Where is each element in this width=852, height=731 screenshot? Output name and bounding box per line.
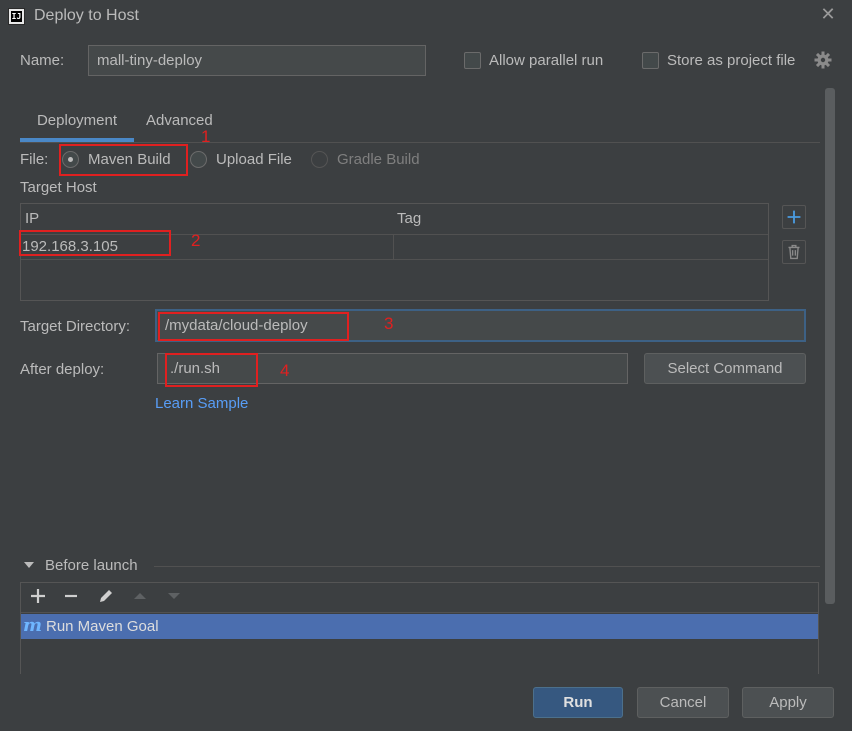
before-launch-label[interactable]: Before launch xyxy=(45,557,138,574)
target-directory-label: Target Directory: xyxy=(20,318,131,335)
gear-icon[interactable] xyxy=(814,51,832,69)
maven-icon: m xyxy=(23,615,43,636)
edit-pencil-icon[interactable] xyxy=(95,585,117,607)
annotation-number-3: 3 xyxy=(384,314,394,333)
store-as-project-file-checkbox[interactable] xyxy=(642,52,659,69)
list-item-label: Run Maven Goal xyxy=(46,618,159,635)
move-down-icon xyxy=(168,593,180,599)
allow-parallel-run-label[interactable]: Allow parallel run xyxy=(489,52,603,69)
select-command-button[interactable]: Select Command xyxy=(644,353,806,384)
annotation-number-1: 1 xyxy=(201,127,211,146)
list-item-run-maven-goal[interactable]: m Run Maven Goal xyxy=(21,614,818,639)
gradle-build-label: Gradle Build xyxy=(337,151,420,168)
vertical-scrollbar[interactable] xyxy=(825,88,835,604)
add-host-icon[interactable] xyxy=(782,205,806,229)
allow-parallel-run-checkbox[interactable] xyxy=(464,52,481,69)
column-divider xyxy=(393,234,394,259)
move-up-icon xyxy=(134,593,146,599)
annotation-number-4: 4 xyxy=(280,361,290,380)
annotation-box-2 xyxy=(19,230,171,256)
upload-file-label[interactable]: Upload File xyxy=(216,151,292,168)
annotation-box-3 xyxy=(158,312,349,341)
apply-button[interactable]: Apply xyxy=(742,687,834,718)
file-label: File: xyxy=(20,151,49,168)
collapse-arrow-icon[interactable] xyxy=(24,562,34,568)
name-input[interactable] xyxy=(88,45,426,76)
annotation-number-2: 2 xyxy=(191,231,201,250)
table-row-divider xyxy=(21,259,768,260)
remove-icon[interactable] xyxy=(60,585,82,607)
learn-sample-link[interactable]: Learn Sample xyxy=(155,395,248,412)
after-deploy-label: After deploy: xyxy=(20,361,105,378)
run-button[interactable]: Run xyxy=(533,687,623,718)
add-icon[interactable] xyxy=(27,585,49,607)
gradle-build-radio xyxy=(311,151,328,168)
dialog-title: Deploy to Host xyxy=(34,7,139,24)
delete-host-icon[interactable] xyxy=(782,240,806,264)
name-label: Name: xyxy=(20,52,65,69)
store-as-project-file-label[interactable]: Store as project file xyxy=(667,52,795,69)
close-icon[interactable]: ✕ xyxy=(818,4,838,24)
column-header-tag[interactable]: Tag xyxy=(397,210,421,227)
annotation-box-1 xyxy=(59,144,188,176)
deploy-dialog: IJ Deploy to Host ✕ Name: Allow parallel… xyxy=(0,0,852,731)
before-launch-divider xyxy=(154,566,820,567)
tab-divider xyxy=(20,142,820,143)
target-host-label: Target Host xyxy=(20,179,97,196)
toolbar-divider xyxy=(21,612,818,613)
column-header-ip[interactable]: IP xyxy=(25,210,39,227)
upload-file-radio[interactable] xyxy=(190,151,207,168)
cancel-button[interactable]: Cancel xyxy=(637,687,729,718)
annotation-box-4 xyxy=(165,353,258,387)
intellij-app-icon: IJ xyxy=(8,8,25,25)
